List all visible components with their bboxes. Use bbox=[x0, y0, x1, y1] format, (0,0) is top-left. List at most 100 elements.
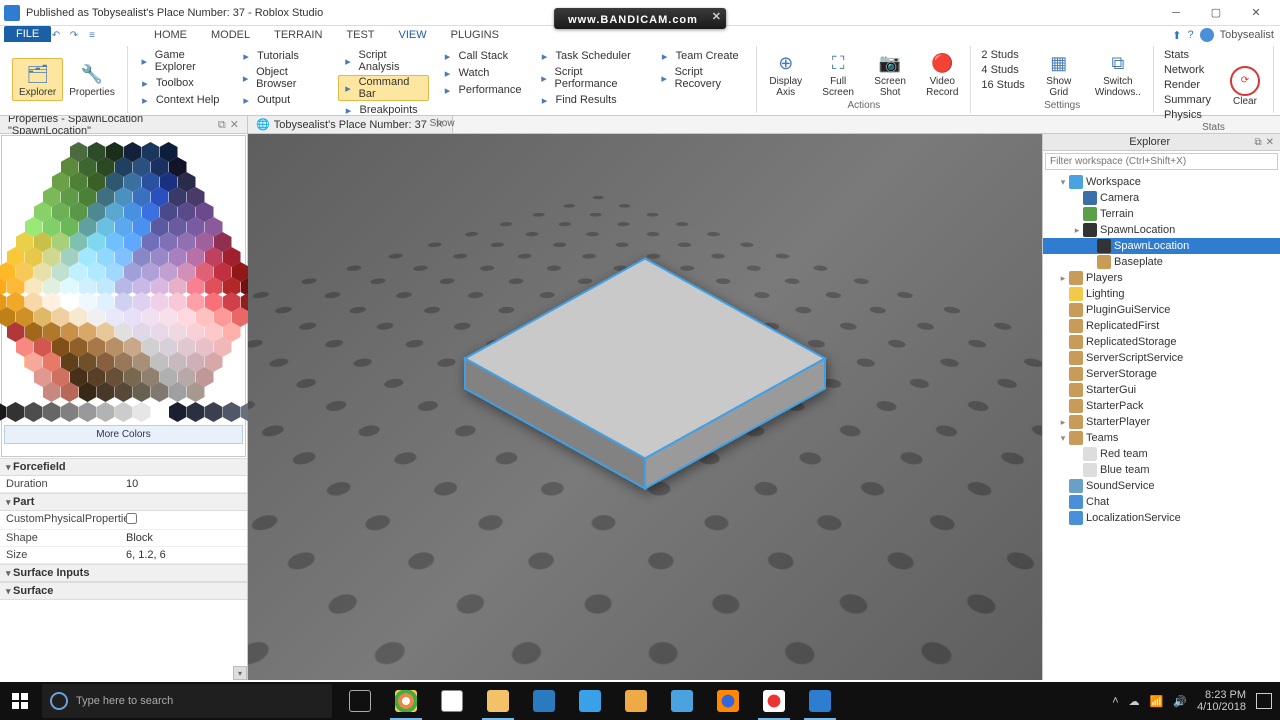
tab-plugins[interactable]: PLUGINS bbox=[441, 27, 509, 43]
stats-summary[interactable]: Summary bbox=[1160, 93, 1215, 107]
ribbon-breakpoints[interactable]: ▸Breakpoints bbox=[338, 102, 429, 118]
studs-2-studs[interactable]: 2 Studs bbox=[977, 48, 1028, 62]
stats-network[interactable]: Network bbox=[1160, 63, 1215, 77]
tree-node-starterpack[interactable]: StarterPack bbox=[1043, 398, 1280, 414]
help-icon[interactable]: ? bbox=[1187, 29, 1193, 41]
ribbon-find-results[interactable]: ▸Find Results bbox=[534, 92, 646, 108]
ribbon-game-explorer[interactable]: ▸Game Explorer bbox=[134, 48, 227, 74]
gray-swatch[interactable] bbox=[61, 402, 79, 422]
ribbon-toolbox[interactable]: ▸Toolbox bbox=[134, 75, 227, 91]
taskbar-record[interactable] bbox=[752, 682, 796, 720]
show-grid-button[interactable]: ▦Show Grid bbox=[1037, 48, 1081, 100]
taskbar-app1[interactable] bbox=[522, 682, 566, 720]
tree-node-chat[interactable]: Chat bbox=[1043, 494, 1280, 510]
grayscale-row[interactable] bbox=[0, 402, 277, 422]
taskbar-roblox-studio[interactable] bbox=[798, 682, 842, 720]
filter-input[interactable] bbox=[1045, 153, 1278, 170]
explorer-button[interactable]: 🗂 Explorer bbox=[12, 58, 63, 101]
custom-physical-checkbox[interactable] bbox=[126, 513, 137, 524]
studs-16-studs[interactable]: 16 Studs bbox=[977, 78, 1028, 92]
start-button[interactable] bbox=[0, 682, 40, 720]
gray-swatch[interactable] bbox=[43, 402, 61, 422]
tray-cloud-icon[interactable]: ☁ bbox=[1129, 695, 1140, 708]
tree-node-soundservice[interactable]: SoundService bbox=[1043, 478, 1280, 494]
tree-node-red-team[interactable]: Red team bbox=[1043, 446, 1280, 462]
gray-swatch[interactable] bbox=[205, 402, 223, 422]
tree-node-spawnlocation[interactable]: ▸SpawnLocation bbox=[1043, 222, 1280, 238]
tree-node-replicatedstorage[interactable]: ReplicatedStorage bbox=[1043, 334, 1280, 350]
category-surface-inputs[interactable]: Surface Inputs bbox=[0, 564, 247, 582]
tray-volume-icon[interactable]: 🔊 bbox=[1173, 695, 1187, 708]
spawn-location-part[interactable] bbox=[445, 238, 845, 521]
tree-node-serverscriptservice[interactable]: ServerScriptService bbox=[1043, 350, 1280, 366]
qat-play-icon[interactable]: ≡ bbox=[84, 28, 100, 42]
3d-viewport[interactable] bbox=[248, 134, 1042, 680]
tab-test[interactable]: TEST bbox=[336, 27, 384, 43]
gray-swatch[interactable] bbox=[133, 402, 151, 422]
tree-node-pluginguiservice[interactable]: PluginGuiService bbox=[1043, 302, 1280, 318]
tree-node-camera[interactable]: Camera bbox=[1043, 190, 1280, 206]
gray-swatch[interactable] bbox=[187, 402, 205, 422]
ribbon-watch[interactable]: ▸Watch bbox=[437, 65, 526, 81]
action-video-record[interactable]: 🔴Video Record bbox=[920, 48, 964, 100]
stats-render[interactable]: Render bbox=[1160, 78, 1215, 92]
tray-up-icon[interactable]: ˄ bbox=[1112, 695, 1118, 707]
action-display-axis[interactable]: ⊕Display Axis bbox=[763, 48, 808, 100]
gray-swatch[interactable] bbox=[151, 402, 169, 422]
property-row[interactable]: ShapeBlock bbox=[0, 530, 247, 547]
tree-node-workspace[interactable]: ▾Workspace bbox=[1043, 174, 1280, 190]
studs-4-studs[interactable]: 4 Studs bbox=[977, 63, 1028, 77]
taskbar-store[interactable] bbox=[430, 682, 474, 720]
ribbon-object-browser[interactable]: ▸Object Browser bbox=[235, 65, 329, 91]
maximize-button[interactable]: ▢ bbox=[1196, 1, 1236, 25]
scroll-down-button[interactable]: ▾ bbox=[233, 666, 247, 680]
ribbon-call-stack[interactable]: ▸Call Stack bbox=[437, 48, 526, 64]
gray-swatch[interactable] bbox=[25, 402, 43, 422]
file-menu[interactable]: FILE bbox=[4, 26, 51, 42]
taskbar-firefox[interactable] bbox=[706, 682, 750, 720]
gray-swatch[interactable] bbox=[169, 402, 187, 422]
ribbon-tutorials[interactable]: ▸Tutorials bbox=[235, 48, 329, 64]
username[interactable]: Tobysealist bbox=[1220, 29, 1274, 41]
close-icon[interactable]: ✕ bbox=[1266, 137, 1274, 148]
tab-home[interactable]: HOME bbox=[144, 27, 197, 43]
gray-swatch[interactable] bbox=[0, 402, 7, 422]
action-screen-shot[interactable]: 📷Screen Shot bbox=[868, 48, 912, 100]
tree-node-startergui[interactable]: StarterGui bbox=[1043, 382, 1280, 398]
taskbar-app3[interactable] bbox=[614, 682, 658, 720]
switch-windows-button[interactable]: ⧉Switch Windows.. bbox=[1089, 48, 1147, 100]
ribbon-task-scheduler[interactable]: ▸Task Scheduler bbox=[534, 48, 646, 64]
notification-center-icon[interactable] bbox=[1256, 693, 1272, 709]
tree-node-blue-team[interactable]: Blue team bbox=[1043, 462, 1280, 478]
bandicam-close-icon[interactable]: ✕ bbox=[712, 10, 722, 23]
ribbon-script-recovery[interactable]: ▸Script Recovery bbox=[654, 65, 751, 91]
taskbar-chrome[interactable] bbox=[384, 682, 428, 720]
taskbar-search[interactable]: Type here to search bbox=[42, 684, 332, 718]
tab-terrain[interactable]: TERRAIN bbox=[264, 27, 332, 43]
property-row[interactable]: Size6, 1.2, 6 bbox=[0, 547, 247, 564]
tray-wifi-icon[interactable]: 📶 bbox=[1150, 695, 1164, 708]
ribbon-context-help[interactable]: ▸Context Help bbox=[134, 92, 227, 108]
more-colors-button[interactable]: More Colors bbox=[4, 425, 242, 444]
ribbon-team-create[interactable]: ▸Team Create bbox=[654, 48, 751, 64]
tree-node-teams[interactable]: ▾Teams bbox=[1043, 430, 1280, 446]
qat-undo-icon[interactable]: ↶ bbox=[48, 28, 64, 42]
taskbar-app4[interactable] bbox=[660, 682, 704, 720]
close-button[interactable]: ✕ bbox=[1236, 1, 1276, 25]
color-hex-grid[interactable] bbox=[9, 140, 239, 400]
tree-node-spawnlocation[interactable]: SpawnLocation bbox=[1043, 238, 1280, 254]
gray-swatch[interactable] bbox=[7, 402, 25, 422]
popout-icon[interactable]: ⧉ bbox=[1254, 137, 1261, 148]
tree-node-serverstorage[interactable]: ServerStorage bbox=[1043, 366, 1280, 382]
category-forcefield[interactable]: Forcefield bbox=[0, 458, 247, 476]
property-row[interactable]: CustomPhysicalProperties bbox=[0, 511, 247, 530]
category-part[interactable]: Part bbox=[0, 493, 247, 511]
tab-model[interactable]: MODEL bbox=[201, 27, 260, 43]
ribbon-performance[interactable]: ▸Performance bbox=[437, 82, 526, 98]
gray-swatch[interactable] bbox=[79, 402, 97, 422]
ribbon-output[interactable]: ▸Output bbox=[235, 92, 329, 108]
taskbar-app2[interactable] bbox=[568, 682, 612, 720]
properties-button[interactable]: 🔧 Properties bbox=[63, 59, 121, 100]
category-surface[interactable]: Surface bbox=[0, 582, 247, 600]
tree-node-replicatedfirst[interactable]: ReplicatedFirst bbox=[1043, 318, 1280, 334]
